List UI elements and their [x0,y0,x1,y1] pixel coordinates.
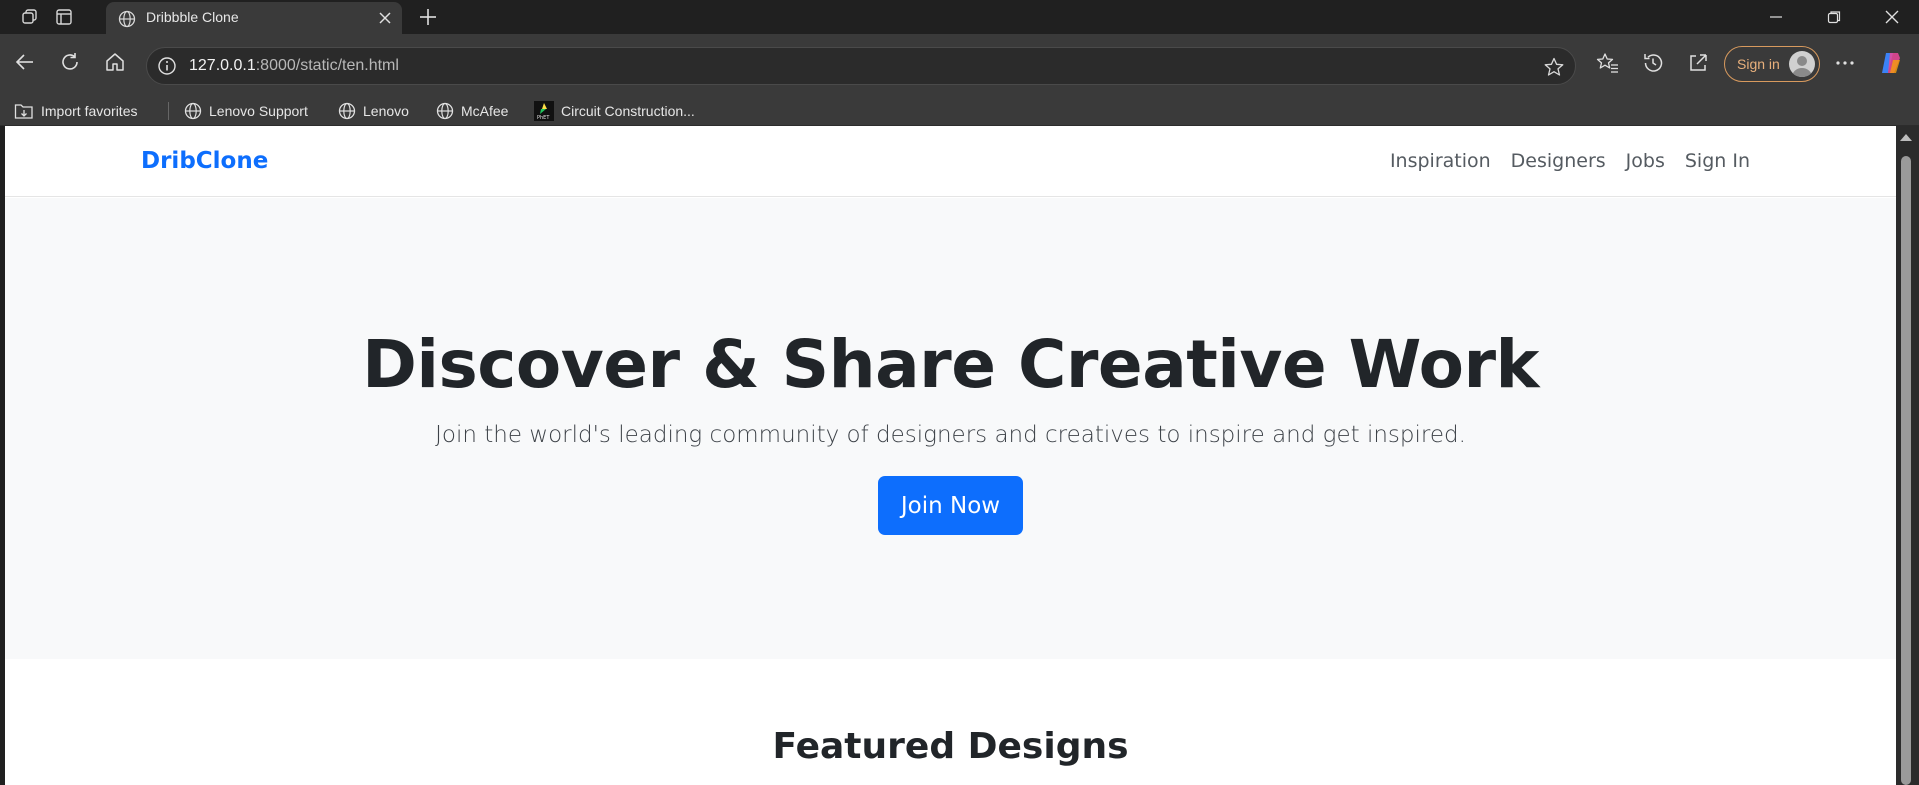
nav-link-jobs[interactable]: Jobs [1626,150,1665,172]
join-now-button[interactable]: Join Now [878,476,1023,535]
nav-link-designers[interactable]: Designers [1511,150,1606,172]
hero-subtitle: Join the world's leading community of de… [435,422,1466,448]
nav-links: Inspiration Designers Jobs Sign In [1390,150,1750,172]
bookmark-label: Lenovo [363,103,409,119]
import-favorites-icon [14,104,33,119]
history-icon[interactable] [1640,50,1666,76]
nav-link-sign-in[interactable]: Sign In [1685,150,1750,172]
bookmark-mcafee[interactable]: McAfee [436,100,508,122]
brand-logo[interactable]: DribClone [141,148,268,174]
tab-actions-icon[interactable] [50,4,78,30]
tab-strip: Dribbble Clone [0,0,1919,34]
globe-icon [118,10,136,28]
globe-icon [436,102,454,120]
favorites-icon[interactable] [1595,50,1621,76]
tab-title: Dribbble Clone [146,9,239,25]
bookmark-label: Import favorites [41,103,138,119]
more-options-icon[interactable] [1832,50,1858,76]
page-scrollbar[interactable] [1896,126,1919,785]
featured-designs-heading: Featured Designs [772,726,1129,767]
back-icon[interactable] [10,47,40,77]
favorite-star-icon[interactable] [1543,56,1565,78]
hero-title: Discover & Share Creative Work [362,326,1539,403]
nav-link-inspiration[interactable]: Inspiration [1390,150,1491,172]
home-icon[interactable] [100,47,130,77]
bookmarks-bar: Import favorites Lenovo Support Lenovo M… [0,96,1919,126]
globe-icon [184,102,202,120]
avatar [1789,51,1815,77]
address-toolbar: 127.0.0.1:8000/static/ten.html Sign in [0,34,1919,96]
bookmark-label: McAfee [461,103,509,119]
bookmarks-divider [168,102,169,120]
bookmark-import-favorites[interactable]: Import favorites [14,100,137,122]
site-navbar: DribClone Inspiration Designers Jobs Sig… [5,126,1896,197]
scrollbar-thumb[interactable] [1901,156,1911,785]
globe-icon [338,102,356,120]
copilot-icon[interactable] [1878,50,1904,76]
close-tab-icon[interactable] [376,9,394,27]
phet-icon: PhET [534,101,554,121]
bookmark-circuit-construction[interactable]: PhET Circuit Construction... [534,100,695,122]
url-text[interactable]: 127.0.0.1:8000/static/ten.html [189,57,399,75]
svg-text:PhET: PhET [537,115,550,121]
bookmark-label: Lenovo Support [209,103,308,119]
active-tab[interactable]: Dribbble Clone [106,2,402,34]
hero-section: Discover & Share Creative Work Join the … [5,198,1896,659]
bookmark-lenovo-support[interactable]: Lenovo Support [184,100,308,122]
browser-window: Dribbble Clone 127.0.0.1:8000/static/ten… [0,0,1919,785]
site-info-icon[interactable] [157,56,177,76]
url-path: :8000/static/ten.html [255,57,399,74]
bookmark-label: Circuit Construction... [561,103,695,119]
share-icon[interactable] [1685,50,1711,76]
address-bar[interactable]: 127.0.0.1:8000/static/ten.html [146,47,1576,85]
minimize-icon[interactable] [1756,4,1796,30]
close-window-icon[interactable] [1872,4,1912,30]
restore-icon[interactable] [1814,4,1854,30]
page-viewport: DribClone Inspiration Designers Jobs Sig… [5,126,1896,785]
url-host: 127.0.0.1 [189,57,256,74]
bookmark-lenovo[interactable]: Lenovo [338,100,409,122]
scroll-up-arrow-icon[interactable] [1900,134,1912,141]
signin-label: Sign in [1737,56,1780,72]
profile-signin-button[interactable]: Sign in [1724,46,1820,82]
refresh-icon[interactable] [55,47,85,77]
workspaces-icon[interactable] [16,4,44,30]
new-tab-icon[interactable] [414,4,442,30]
